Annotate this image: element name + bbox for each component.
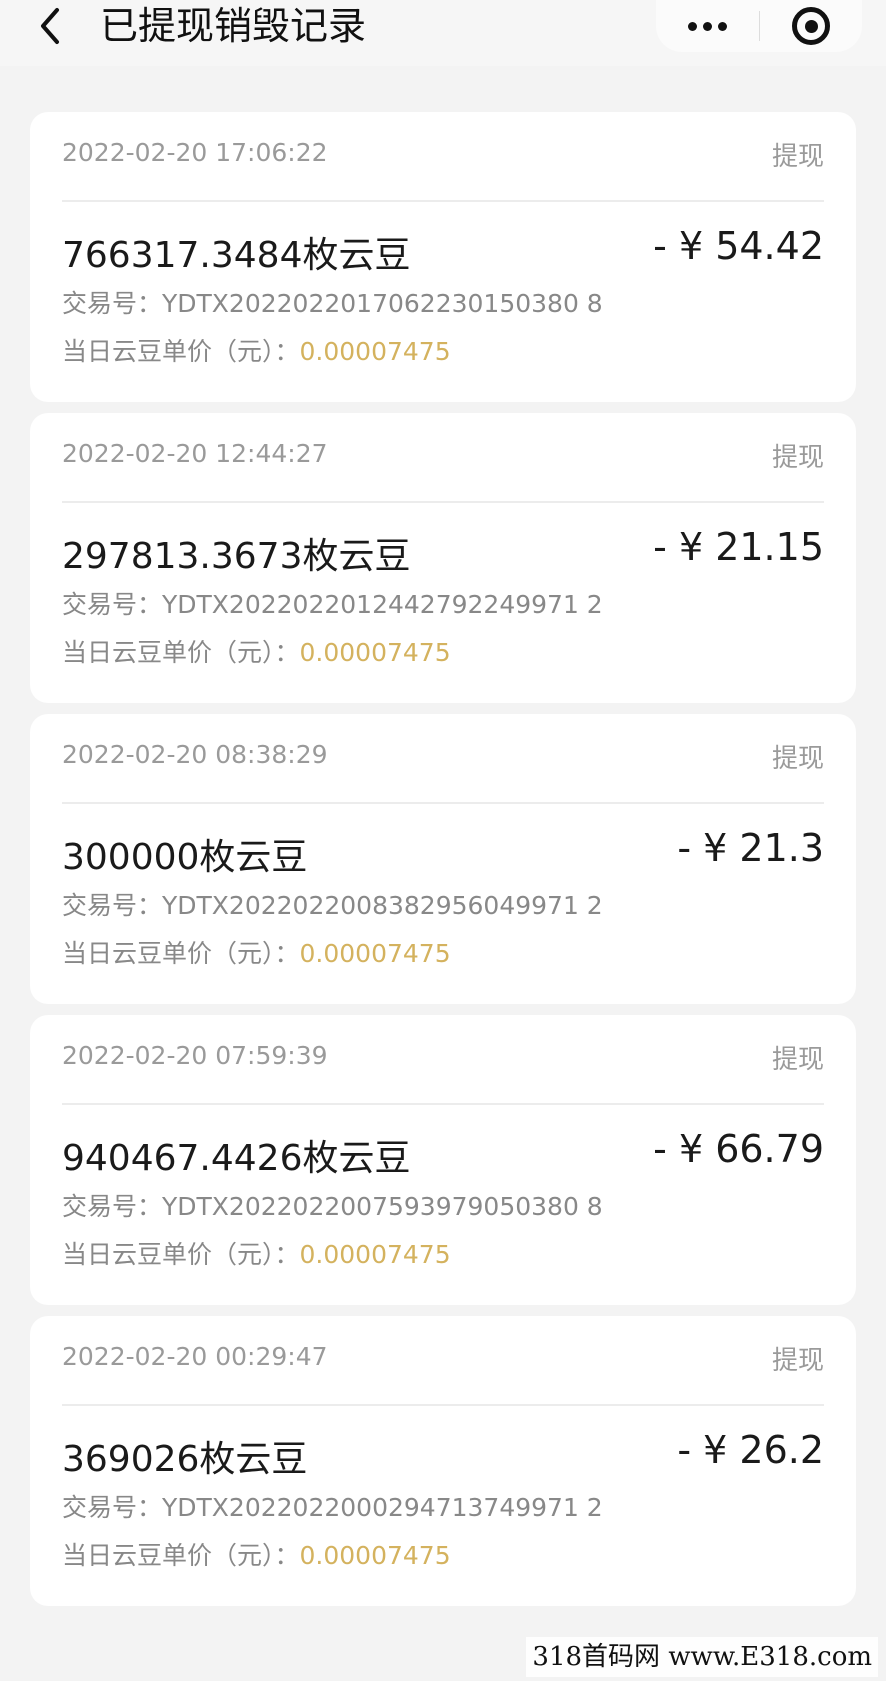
- money-amount: - ¥ 21.3: [677, 826, 824, 870]
- more-dots-icon: [688, 21, 697, 31]
- record-type: 提现: [771, 142, 824, 172]
- record-time: 2022-02-20 00:29:47: [62, 1342, 328, 1371]
- close-button[interactable]: [760, 0, 862, 52]
- more-button[interactable]: [656, 0, 759, 52]
- unit-price: 当日云豆单价（元）：0.00007475: [62, 939, 451, 968]
- transaction-number: 交易号：YDTX2022022008382956049971 2: [62, 891, 603, 920]
- money-amount: - ¥ 66.79: [653, 1127, 824, 1171]
- back-button[interactable]: [30, 4, 70, 48]
- site-watermark: 318首码网 www.E318.com: [526, 1637, 878, 1677]
- record-card[interactable]: 2022-02-20 17:06:22 提现 766317.3484枚云豆 - …: [30, 112, 856, 402]
- bean-amount: 940467.4426枚云豆: [62, 1138, 411, 1179]
- chevron-left-icon: [41, 8, 59, 44]
- unit-price: 当日云豆单价（元）：0.00007475: [62, 337, 451, 366]
- unit-price-value: 0.00007475: [299, 939, 451, 968]
- mini-program-capsule: [656, 0, 862, 52]
- unit-price-value: 0.00007475: [299, 638, 451, 667]
- transaction-number: 交易号：YDTX2022022000294713749971 2: [62, 1493, 603, 1522]
- unit-price: 当日云豆单价（元）：0.00007475: [62, 638, 451, 667]
- record-card[interactable]: 2022-02-20 08:38:29 提现 300000枚云豆 - ¥ 21.…: [30, 714, 856, 1004]
- nav-bar: 已提现销毁记录: [0, 0, 886, 66]
- record-header: 2022-02-20 12:44:27 提现: [62, 413, 824, 503]
- record-type: 提现: [771, 744, 824, 774]
- page-title: 已提现销毁记录: [100, 4, 367, 48]
- record-card[interactable]: 2022-02-20 12:44:27 提现 297813.3673枚云豆 - …: [30, 413, 856, 703]
- bean-amount: 300000枚云豆: [62, 837, 308, 878]
- record-header: 2022-02-20 00:29:47 提现: [62, 1316, 824, 1406]
- unit-price-value: 0.00007475: [299, 1240, 451, 1269]
- record-card[interactable]: 2022-02-20 00:29:47 提现 369026枚云豆 - ¥ 26.…: [30, 1316, 856, 1606]
- record-time: 2022-02-20 17:06:22: [62, 138, 328, 167]
- record-time: 2022-02-20 12:44:27: [62, 439, 328, 468]
- record-type: 提现: [771, 1346, 824, 1376]
- record-header: 2022-02-20 07:59:39 提现: [62, 1015, 824, 1105]
- money-amount: - ¥ 21.15: [653, 525, 824, 569]
- record-time: 2022-02-20 07:59:39: [62, 1041, 328, 1070]
- target-circle-icon: [792, 7, 830, 45]
- transaction-number: 交易号：YDTX2022022007593979050380 8: [62, 1192, 603, 1221]
- money-amount: - ¥ 54.42: [653, 224, 824, 268]
- record-header: 2022-02-20 17:06:22 提现: [62, 112, 824, 202]
- bean-amount: 297813.3673枚云豆: [62, 536, 411, 577]
- bean-amount: 369026枚云豆: [62, 1439, 308, 1480]
- bean-amount: 766317.3484枚云豆: [62, 235, 411, 276]
- unit-price: 当日云豆单价（元）：0.00007475: [62, 1240, 451, 1269]
- unit-price-value: 0.00007475: [299, 337, 451, 366]
- record-header: 2022-02-20 08:38:29 提现: [62, 714, 824, 804]
- money-amount: - ¥ 26.2: [677, 1428, 824, 1472]
- record-type: 提现: [771, 1045, 824, 1075]
- record-time: 2022-02-20 08:38:29: [62, 740, 328, 769]
- record-type: 提现: [771, 443, 824, 473]
- unit-price-value: 0.00007475: [299, 1541, 451, 1570]
- transaction-number: 交易号：YDTX2022022017062230150380 8: [62, 289, 603, 318]
- transaction-number: 交易号：YDTX2022022012442792249971 2: [62, 590, 603, 619]
- record-card[interactable]: 2022-02-20 07:59:39 提现 940467.4426枚云豆 - …: [30, 1015, 856, 1305]
- unit-price: 当日云豆单价（元）：0.00007475: [62, 1541, 451, 1570]
